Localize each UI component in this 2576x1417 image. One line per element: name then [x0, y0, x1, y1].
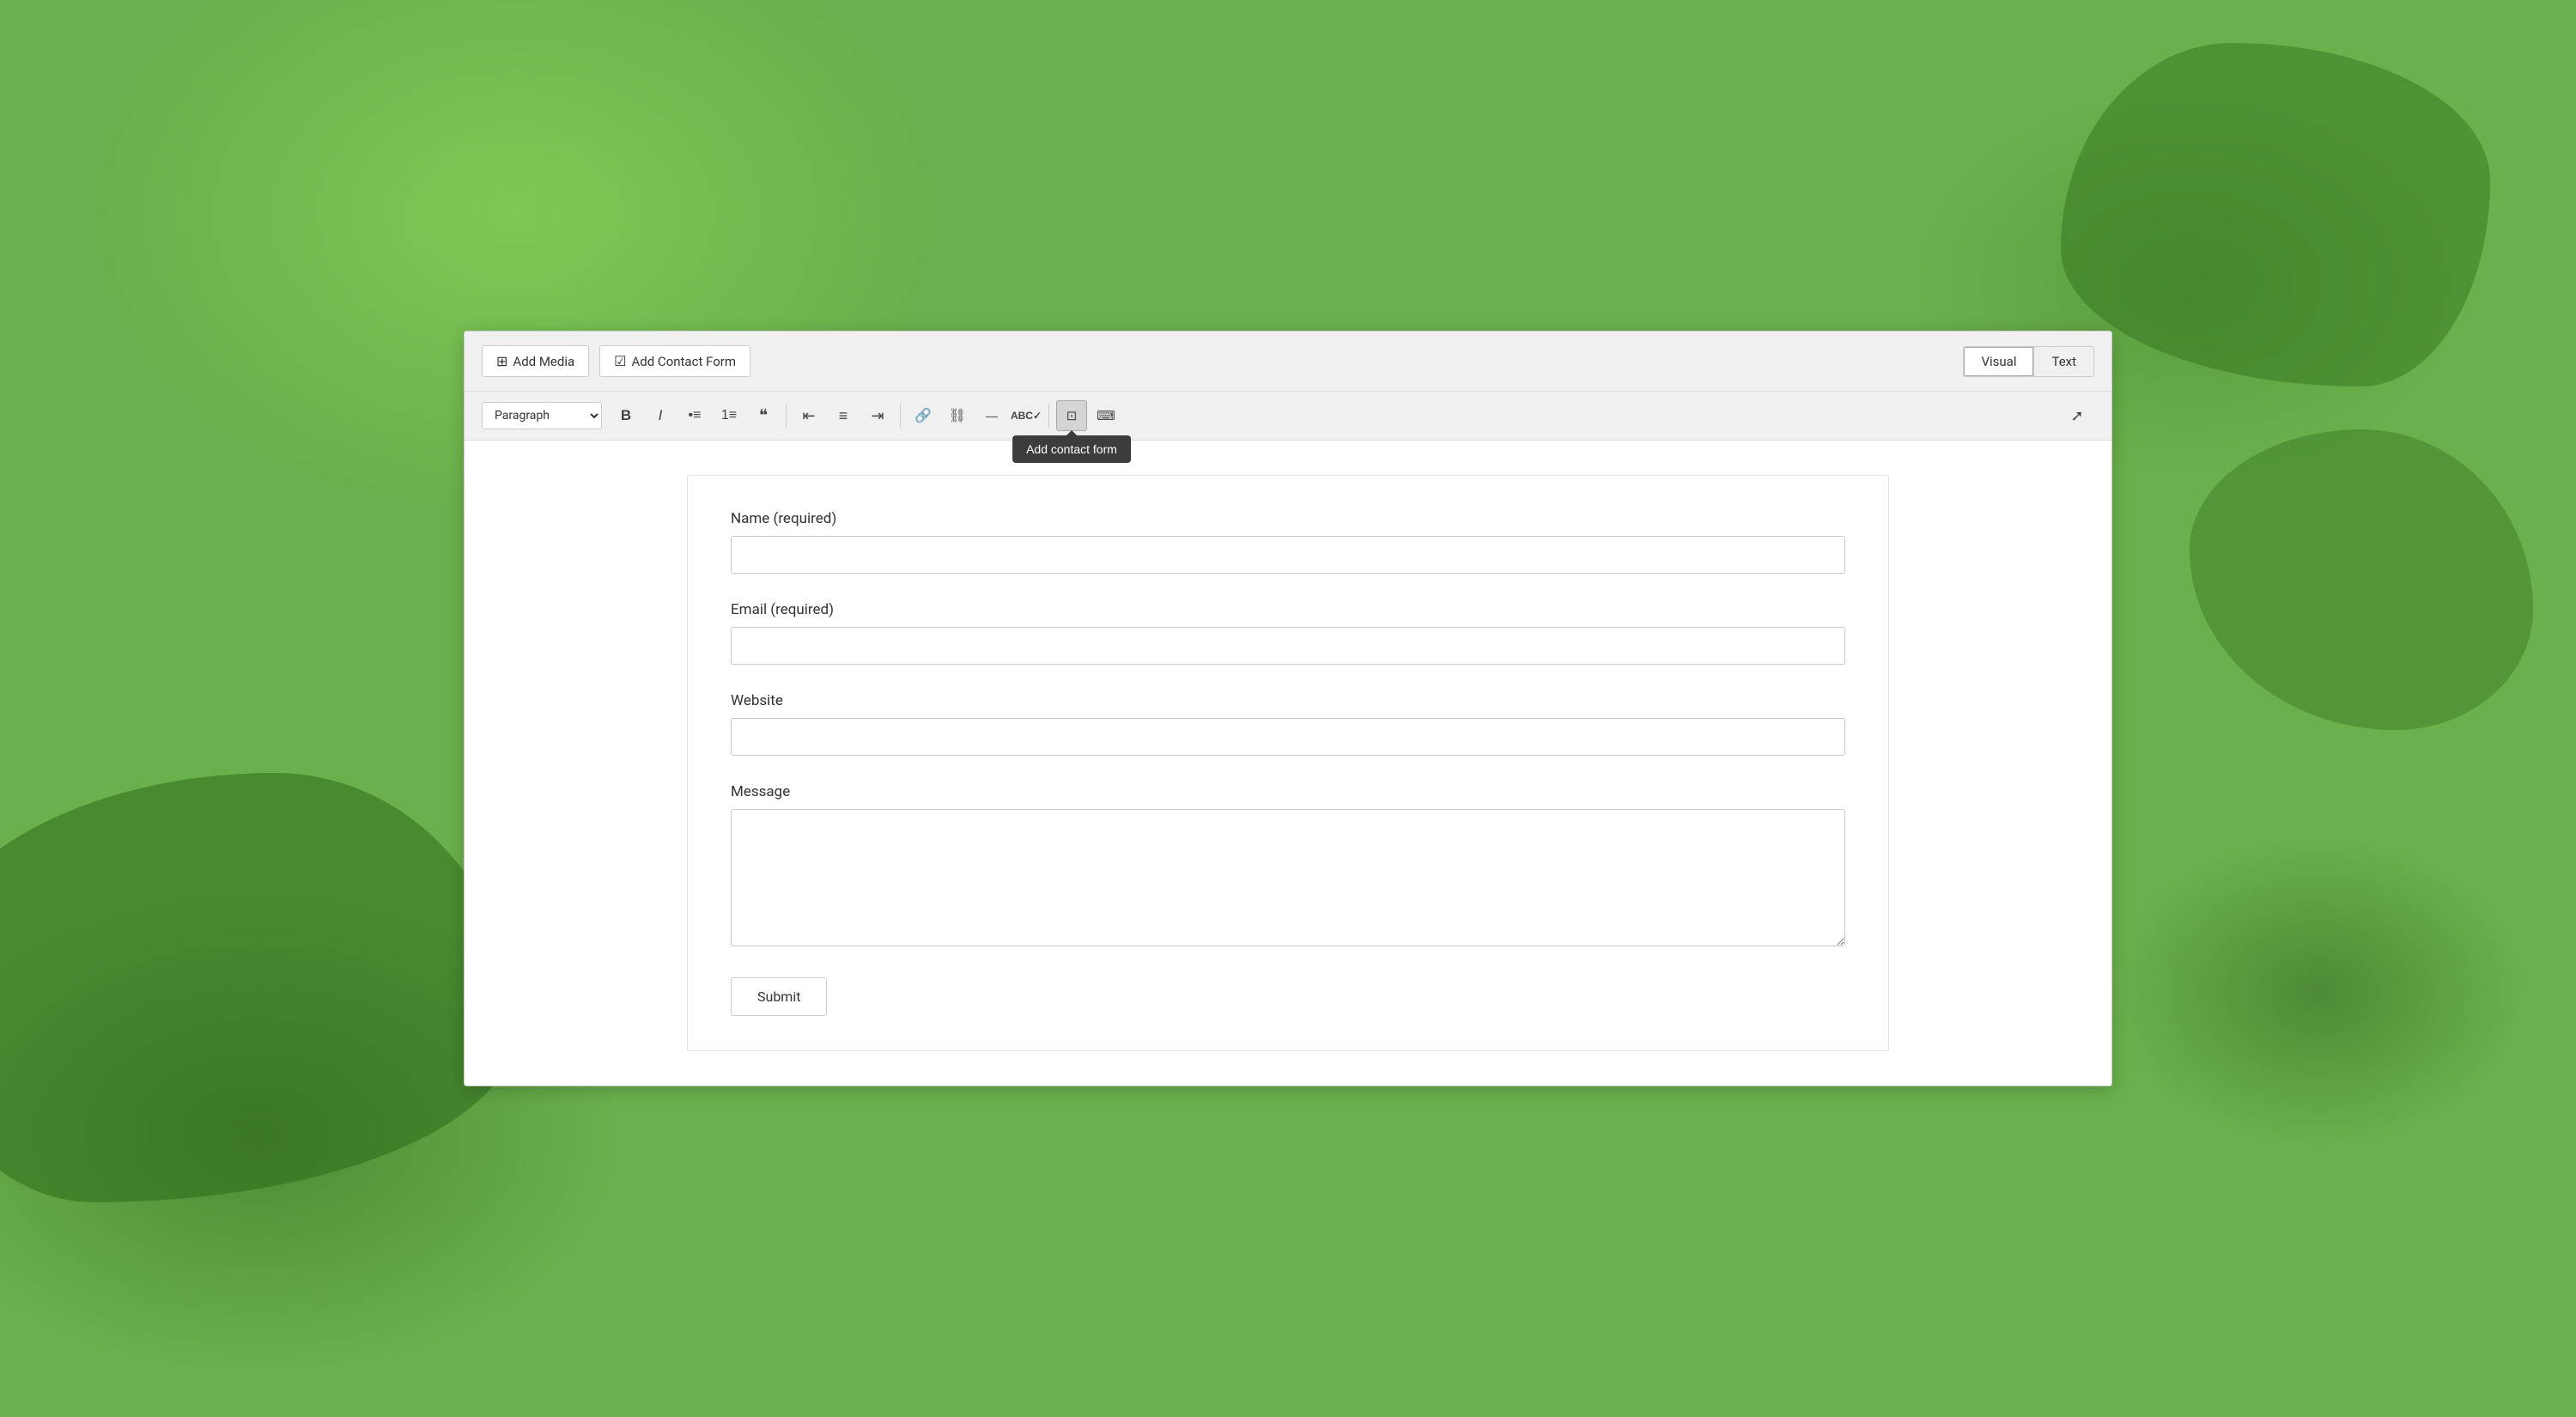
text-tab-button[interactable]: Text	[2034, 346, 2094, 377]
message-textarea[interactable]	[731, 809, 1845, 946]
ordered-list-button[interactable]: 1≡	[714, 400, 744, 431]
toolbar-divider-1	[786, 404, 787, 428]
toolbar-top: ⊞ Add Media ☑ Add Contact Form Visual Te…	[465, 331, 2111, 392]
message-label: Message	[731, 783, 1845, 800]
hr-button[interactable]: ―	[976, 400, 1007, 431]
website-label: Website	[731, 692, 1845, 709]
blockquote-button[interactable]: ❝	[748, 400, 779, 431]
spellcheck-button[interactable]: ABC✓	[1011, 400, 1042, 431]
keyboard-shortcuts-button[interactable]: ⌨	[1091, 400, 1121, 431]
name-input[interactable]	[731, 536, 1845, 574]
bold-button[interactable]: B	[611, 400, 641, 431]
toolbar-divider-3	[1048, 404, 1049, 428]
email-field-group: Email (required)	[731, 601, 1845, 665]
message-field-group: Message	[731, 783, 1845, 950]
view-tabs: Visual Text	[1963, 346, 2094, 377]
submit-button[interactable]: Submit	[731, 977, 827, 1016]
add-contact-form-button[interactable]: ☑ Add Contact Form	[599, 345, 750, 377]
italic-button[interactable]: I	[645, 400, 676, 431]
fullscreen-button[interactable]: ➚	[2060, 400, 2094, 431]
contact-form-toolbar-button[interactable]: ⊡ Add contact form	[1056, 400, 1087, 431]
unlink-button[interactable]: ⛓	[942, 400, 973, 431]
add-contact-form-label: Add Contact Form	[632, 354, 737, 369]
visual-tab-button[interactable]: Visual	[1963, 346, 2034, 377]
form-wrapper: Name (required) Email (required) Website…	[687, 475, 1889, 1051]
paragraph-select[interactable]: Paragraph Heading 1 Heading 2 Heading 3	[482, 402, 602, 429]
website-input[interactable]	[731, 718, 1845, 756]
name-label: Name (required)	[731, 510, 1845, 527]
toolbar-format: Paragraph Heading 1 Heading 2 Heading 3 …	[465, 392, 2111, 441]
submit-field-group: Submit	[731, 977, 1845, 1016]
email-input[interactable]	[731, 627, 1845, 665]
add-media-button[interactable]: ⊞ Add Media	[482, 345, 589, 377]
name-field-group: Name (required)	[731, 510, 1845, 574]
align-right-button[interactable]: ⇥	[862, 400, 893, 431]
fullscreen-icon: ➚	[2070, 407, 2083, 425]
add-media-label: Add Media	[513, 354, 574, 369]
align-center-button[interactable]: ≡	[828, 400, 859, 431]
contact-form-icon: ☑	[614, 353, 626, 369]
website-field-group: Website	[731, 692, 1845, 756]
toolbar-top-left: ⊞ Add Media ☑ Add Contact Form	[482, 345, 750, 377]
media-icon: ⊞	[496, 353, 507, 369]
toolbar-divider-2	[900, 404, 901, 428]
insert-link-button[interactable]: 🔗	[908, 400, 939, 431]
editor-container: ⊞ Add Media ☑ Add Contact Form Visual Te…	[464, 331, 2112, 1086]
content-area: Name (required) Email (required) Website…	[465, 441, 2111, 1086]
email-label: Email (required)	[731, 601, 1845, 618]
unordered-list-button[interactable]: •≡	[679, 400, 710, 431]
align-left-button[interactable]: ⇤	[793, 400, 824, 431]
